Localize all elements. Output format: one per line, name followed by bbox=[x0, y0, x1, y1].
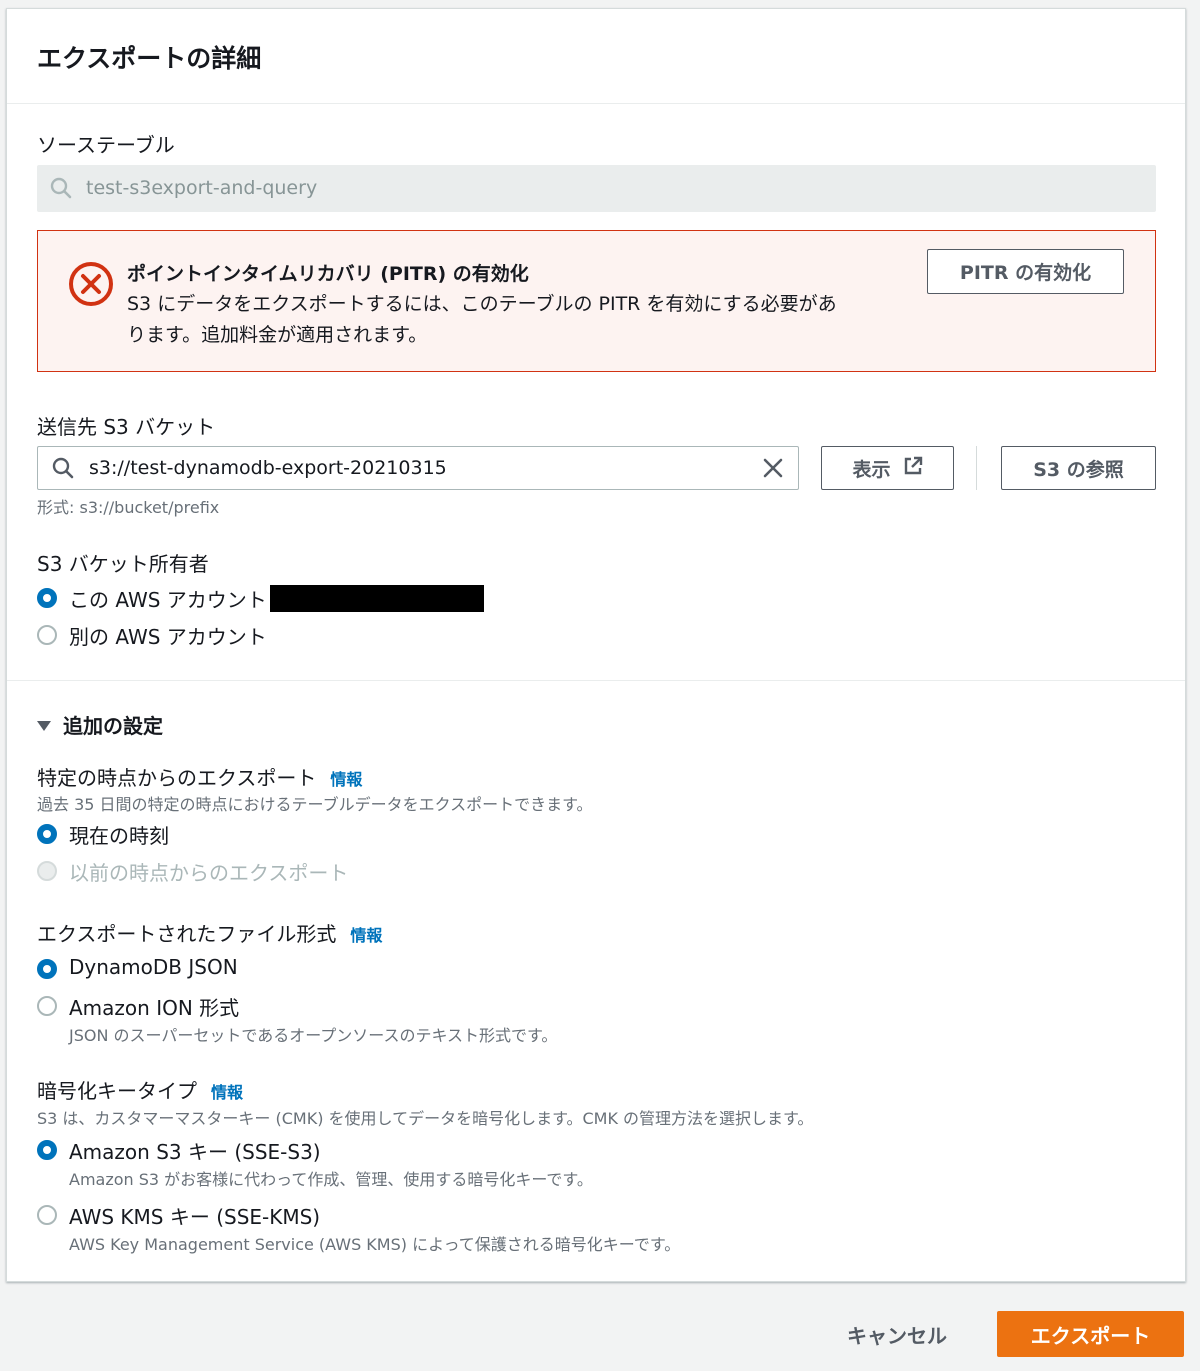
pitr-alert-body: S3 にデータをエクスポートするには、このテーブルの PITR を有効にする必要… bbox=[127, 289, 907, 351]
pitr-alert: ポイントインタイムリカバリ (PITR) の有効化 S3 にデータをエクスポート… bbox=[37, 230, 1156, 372]
amazon-ion-radio[interactable] bbox=[37, 996, 57, 1016]
point-in-time-info-link[interactable]: 情報 bbox=[330, 770, 362, 789]
current-time-radio[interactable] bbox=[37, 824, 57, 844]
encryption-label: 暗号化キータイプ 情報 bbox=[37, 1075, 243, 1104]
search-icon bbox=[50, 177, 72, 203]
section-divider bbox=[7, 680, 1185, 681]
point-in-time-title: 特定の時点からのエクスポート bbox=[37, 766, 317, 790]
pitr-alert-body-line1: S3 にデータをエクスポートするには、このテーブルの PITR を有効にする必要… bbox=[127, 293, 837, 315]
caret-down-icon bbox=[37, 720, 51, 731]
panel-header: エクスポートの詳細 bbox=[7, 9, 1185, 104]
point-in-time-description: 過去 35 日間の特定の時点におけるテーブルデータをエクスポートできます。 bbox=[37, 795, 593, 814]
file-format-label: エクスポートされたファイル形式 情報 bbox=[37, 918, 382, 947]
view-bucket-label: 表示 bbox=[852, 458, 891, 481]
pitr-alert-body-line2: ります。追加料金が適用されます。 bbox=[127, 324, 428, 346]
sse-s3-description: Amazon S3 がお客様に代わって作成、管理、使用する暗号化キーです。 bbox=[69, 1170, 593, 1189]
dynamodb-json-radio[interactable] bbox=[37, 959, 57, 979]
bucket-owner-label: S3 バケット所有者 bbox=[37, 552, 209, 576]
cancel-button[interactable]: キャンセル bbox=[832, 1310, 962, 1358]
encryption-title: 暗号化キータイプ bbox=[37, 1079, 197, 1103]
destination-format-hint: 形式: s3://bucket/prefix bbox=[37, 498, 220, 517]
error-icon bbox=[68, 261, 114, 311]
destination-bucket-value: s3://test-dynamodb-export-20210315 bbox=[89, 457, 447, 479]
sse-s3-label[interactable]: Amazon S3 キー (SSE-S3) bbox=[69, 1136, 321, 1165]
sse-kms-label[interactable]: AWS KMS キー (SSE-KMS) bbox=[69, 1201, 320, 1230]
export-button[interactable]: エクスポート bbox=[997, 1311, 1184, 1357]
search-icon bbox=[52, 457, 74, 483]
dynamodb-json-label[interactable]: DynamoDB JSON bbox=[69, 955, 238, 979]
view-bucket-button[interactable]: 表示 bbox=[821, 446, 954, 490]
additional-settings-toggle[interactable]: 追加の設定 bbox=[37, 710, 163, 739]
point-in-time-label: 特定の時点からのエクスポート 情報 bbox=[37, 762, 362, 791]
earlier-time-radio bbox=[37, 861, 57, 881]
panel-title: エクスポートの詳細 bbox=[37, 44, 262, 73]
current-time-label[interactable]: 現在の時刻 bbox=[69, 820, 169, 849]
pitr-alert-title: ポイントインタイムリカバリ (PITR) の有効化 bbox=[127, 263, 529, 285]
file-format-info-link[interactable]: 情報 bbox=[350, 926, 382, 945]
additional-settings-label: 追加の設定 bbox=[63, 714, 163, 738]
source-table-label: ソーステーブル bbox=[37, 133, 175, 157]
external-link-icon bbox=[903, 456, 923, 481]
redacted-account-id bbox=[270, 585, 484, 612]
sse-kms-radio[interactable] bbox=[37, 1205, 57, 1225]
source-table-value: test-s3export-and-query bbox=[86, 177, 318, 199]
button-divider bbox=[976, 446, 977, 490]
clear-icon[interactable] bbox=[762, 457, 784, 483]
file-format-title: エクスポートされたファイル形式 bbox=[37, 922, 337, 946]
other-account-radio[interactable] bbox=[37, 625, 57, 645]
encryption-info-link[interactable]: 情報 bbox=[211, 1083, 243, 1102]
destination-bucket-label: 送信先 S3 バケット bbox=[37, 415, 216, 439]
amazon-ion-description: JSON のスーパーセットであるオープンソースのテキスト形式です。 bbox=[69, 1026, 558, 1045]
enable-pitr-button[interactable]: PITR の有効化 bbox=[927, 249, 1124, 294]
destination-bucket-input[interactable]: s3://test-dynamodb-export-20210315 bbox=[37, 446, 799, 490]
encryption-description: S3 は、カスタマーマスターキー (CMK) を使用してデータを暗号化します。C… bbox=[37, 1109, 814, 1128]
source-table-input: test-s3export-and-query bbox=[37, 165, 1156, 212]
browse-s3-button[interactable]: S3 の参照 bbox=[1001, 446, 1156, 490]
export-details-panel: エクスポートの詳細 ソーステーブル test-s3export-and-quer… bbox=[6, 8, 1186, 1282]
sse-kms-description: AWS Key Management Service (AWS KMS) によっ… bbox=[69, 1235, 681, 1254]
this-account-label[interactable]: この AWS アカウント bbox=[69, 584, 267, 613]
this-account-radio[interactable] bbox=[37, 588, 57, 608]
earlier-time-label: 以前の時点からのエクスポート bbox=[69, 861, 349, 885]
sse-s3-radio[interactable] bbox=[37, 1140, 57, 1160]
other-account-label[interactable]: 別の AWS アカウント bbox=[69, 621, 267, 650]
amazon-ion-label[interactable]: Amazon ION 形式 bbox=[69, 992, 239, 1021]
